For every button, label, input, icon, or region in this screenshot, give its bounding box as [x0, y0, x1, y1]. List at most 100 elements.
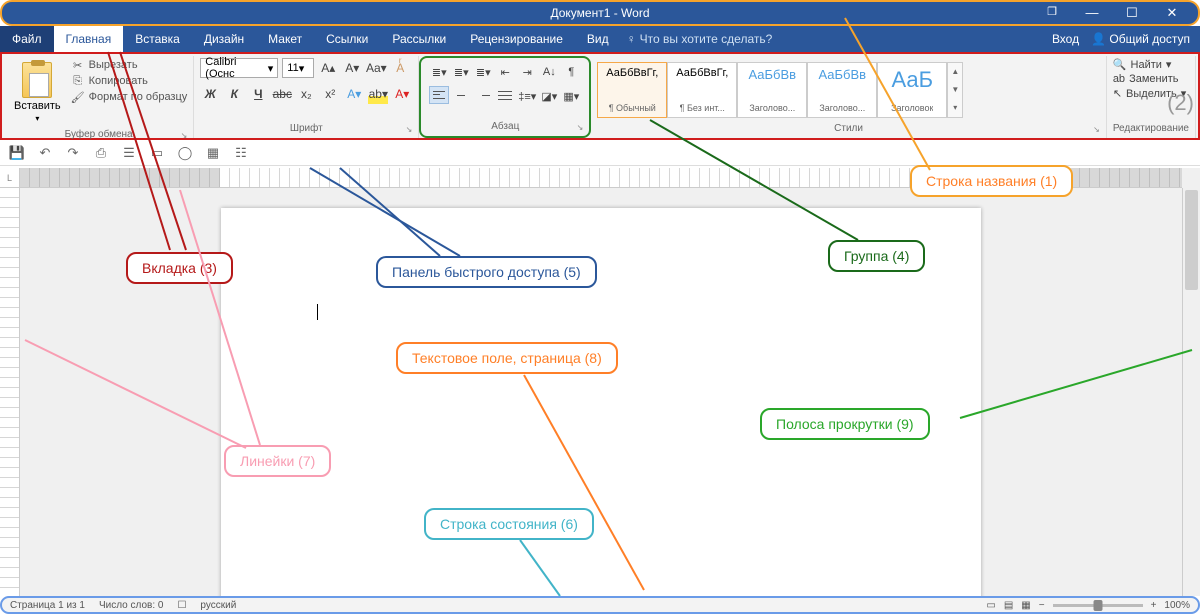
window-controls: ❐ — ☐ ✕	[1032, 5, 1192, 21]
multilevel-button[interactable]: ≣▾	[473, 62, 493, 82]
dialog-launcher-icon[interactable]: ↘	[181, 131, 188, 140]
callout-rulers: Линейки (7)	[224, 445, 331, 477]
clear-format-button[interactable]: Aͬ	[390, 58, 410, 78]
borders-button[interactable]: ▦▾	[561, 86, 581, 106]
text-effects-button[interactable]: A▾	[344, 84, 364, 104]
copy-button[interactable]: ⎘Копировать	[71, 74, 188, 88]
styles-more-button[interactable]: ▲▼▾	[947, 62, 963, 118]
underline-button[interactable]: Ч	[248, 84, 268, 104]
view-web-icon[interactable]: ▦	[1021, 600, 1030, 611]
qat-btn[interactable]: ☰	[120, 144, 138, 162]
tab-insert[interactable]: Вставка	[123, 26, 192, 52]
cut-button[interactable]: ✂Вырезать	[71, 58, 188, 72]
zoom-in-button[interactable]: +	[1151, 600, 1157, 611]
highlight-button[interactable]: ab▾	[368, 84, 388, 104]
indent-button[interactable]: ⇥	[517, 62, 537, 82]
dialog-launcher-icon[interactable]: ↘	[577, 123, 584, 132]
ruler-corner: L	[0, 168, 20, 188]
search-icon: 🔍	[1113, 58, 1127, 71]
login-link[interactable]: Вход	[1052, 32, 1079, 46]
qat-btn[interactable]: ⎙	[92, 144, 110, 162]
copy-icon: ⎘	[71, 74, 85, 88]
tell-me[interactable]: ♀Что вы хотите сделать?	[627, 26, 773, 52]
zoom-out-button[interactable]: −	[1039, 600, 1045, 611]
sort-button[interactable]: A↓	[539, 62, 559, 82]
shrink-font-button[interactable]: A▾	[342, 58, 362, 78]
share-button[interactable]: 👤 Общий доступ	[1091, 32, 1190, 46]
find-button[interactable]: 🔍Найти ▾	[1113, 58, 1172, 71]
zoom-value[interactable]: 100%	[1164, 600, 1190, 611]
replace-icon: ab	[1113, 73, 1125, 85]
qat-btn[interactable]: ☷	[232, 144, 250, 162]
vertical-scrollbar[interactable]	[1182, 188, 1200, 596]
style-heading1[interactable]: АаБбВвЗаголово...	[737, 62, 807, 118]
subscript-button[interactable]: x₂	[296, 84, 316, 104]
close-icon[interactable]: ✕	[1152, 5, 1192, 21]
brush-icon: 🖌	[71, 90, 85, 104]
proofing-icon[interactable]: ☐	[177, 600, 186, 611]
strike-button[interactable]: abc	[272, 84, 292, 104]
save-button[interactable]: 💾	[8, 144, 26, 162]
change-case-button[interactable]: Aa▾	[366, 58, 386, 78]
font-size-select[interactable]: 11▾	[282, 58, 314, 78]
minimize-icon[interactable]: —	[1072, 5, 1112, 21]
grow-font-button[interactable]: A▴	[318, 58, 338, 78]
shading-button[interactable]: ◪▾	[539, 86, 559, 106]
callout-page: Текстовое поле, страница (8)	[396, 342, 618, 374]
language[interactable]: русский	[200, 600, 236, 611]
dialog-launcher-icon[interactable]: ↘	[1093, 125, 1100, 134]
italic-button[interactable]: К	[224, 84, 244, 104]
tab-mailings[interactable]: Рассылки	[380, 26, 458, 52]
view-read-icon[interactable]: ▭	[986, 600, 995, 611]
font-name-select[interactable]: Calibri (Оснс▾	[200, 58, 278, 78]
vertical-ruler[interactable]	[0, 188, 20, 596]
qat-btn[interactable]: ▦	[204, 144, 222, 162]
callout-titlebar: Строка названия (1)	[910, 165, 1073, 197]
qat-btn[interactable]: ▭	[148, 144, 166, 162]
bold-button[interactable]: Ж	[200, 84, 220, 104]
numbering-button[interactable]: ≣▾	[451, 62, 471, 82]
tab-design[interactable]: Дизайн	[192, 26, 256, 52]
view-print-icon[interactable]: ▤	[1004, 600, 1013, 611]
restore-icon[interactable]: ❐	[1032, 5, 1072, 21]
style-no-spacing[interactable]: АаБбВвГг,¶ Без инт...	[667, 62, 737, 118]
align-right-button[interactable]	[473, 86, 493, 104]
word-count[interactable]: Число слов: 0	[99, 600, 163, 611]
undo-button[interactable]: ↶	[36, 144, 54, 162]
align-justify-button[interactable]	[495, 86, 515, 104]
dialog-launcher-icon[interactable]: ↘	[406, 125, 413, 134]
maximize-icon[interactable]: ☐	[1112, 5, 1152, 21]
font-color-button[interactable]: A▾	[392, 84, 412, 104]
page-area[interactable]	[20, 188, 1182, 596]
replace-button[interactable]: abЗаменить	[1113, 73, 1179, 85]
line-spacing-button[interactable]: ‡≡▾	[517, 86, 537, 106]
style-normal[interactable]: АаБбВвГг,¶ Обычный	[597, 62, 667, 118]
scroll-thumb[interactable]	[1185, 190, 1198, 290]
format-painter-button[interactable]: 🖌Формат по образцу	[71, 90, 188, 104]
style-heading2[interactable]: АаБбВвЗаголово...	[807, 62, 877, 118]
group-styles: АаБбВвГг,¶ Обычный АаБбВвГг,¶ Без инт...…	[591, 56, 1107, 138]
tab-home[interactable]: Главная	[54, 26, 124, 52]
align-center-button[interactable]	[451, 86, 471, 104]
group-paragraph: ≣▾ ≣▾ ≣▾ ⇤ ⇥ A↓ ¶ ‡≡▾ ◪▾ ▦▾ Абзац↘	[419, 56, 591, 138]
tab-review[interactable]: Рецензирование	[458, 26, 575, 52]
paste-button[interactable]: Вставить▾	[10, 58, 65, 127]
page-count[interactable]: Страница 1 из 1	[10, 600, 85, 611]
callout-group: Группа (4)	[828, 240, 925, 272]
redo-button[interactable]: ↷	[64, 144, 82, 162]
align-left-button[interactable]	[429, 86, 449, 104]
status-bar: Страница 1 из 1 Число слов: 0 ☐ русский …	[0, 596, 1200, 614]
window-title: Документ1 - Word	[550, 6, 649, 20]
tab-file[interactable]: Файл	[0, 26, 54, 52]
outdent-button[interactable]: ⇤	[495, 62, 515, 82]
group-font: Calibri (Оснс▾ 11▾ A▴ A▾ Aa▾ Aͬ Ж К Ч ab…	[194, 56, 419, 138]
qat-btn[interactable]: ◯	[176, 144, 194, 162]
show-marks-button[interactable]: ¶	[561, 62, 581, 82]
tab-references[interactable]: Ссылки	[314, 26, 380, 52]
tab-view[interactable]: Вид	[575, 26, 621, 52]
superscript-button[interactable]: x²	[320, 84, 340, 104]
tab-layout[interactable]: Макет	[256, 26, 314, 52]
zoom-slider[interactable]	[1053, 604, 1143, 607]
bullets-button[interactable]: ≣▾	[429, 62, 449, 82]
style-title[interactable]: АаБЗаголовок	[877, 62, 947, 118]
